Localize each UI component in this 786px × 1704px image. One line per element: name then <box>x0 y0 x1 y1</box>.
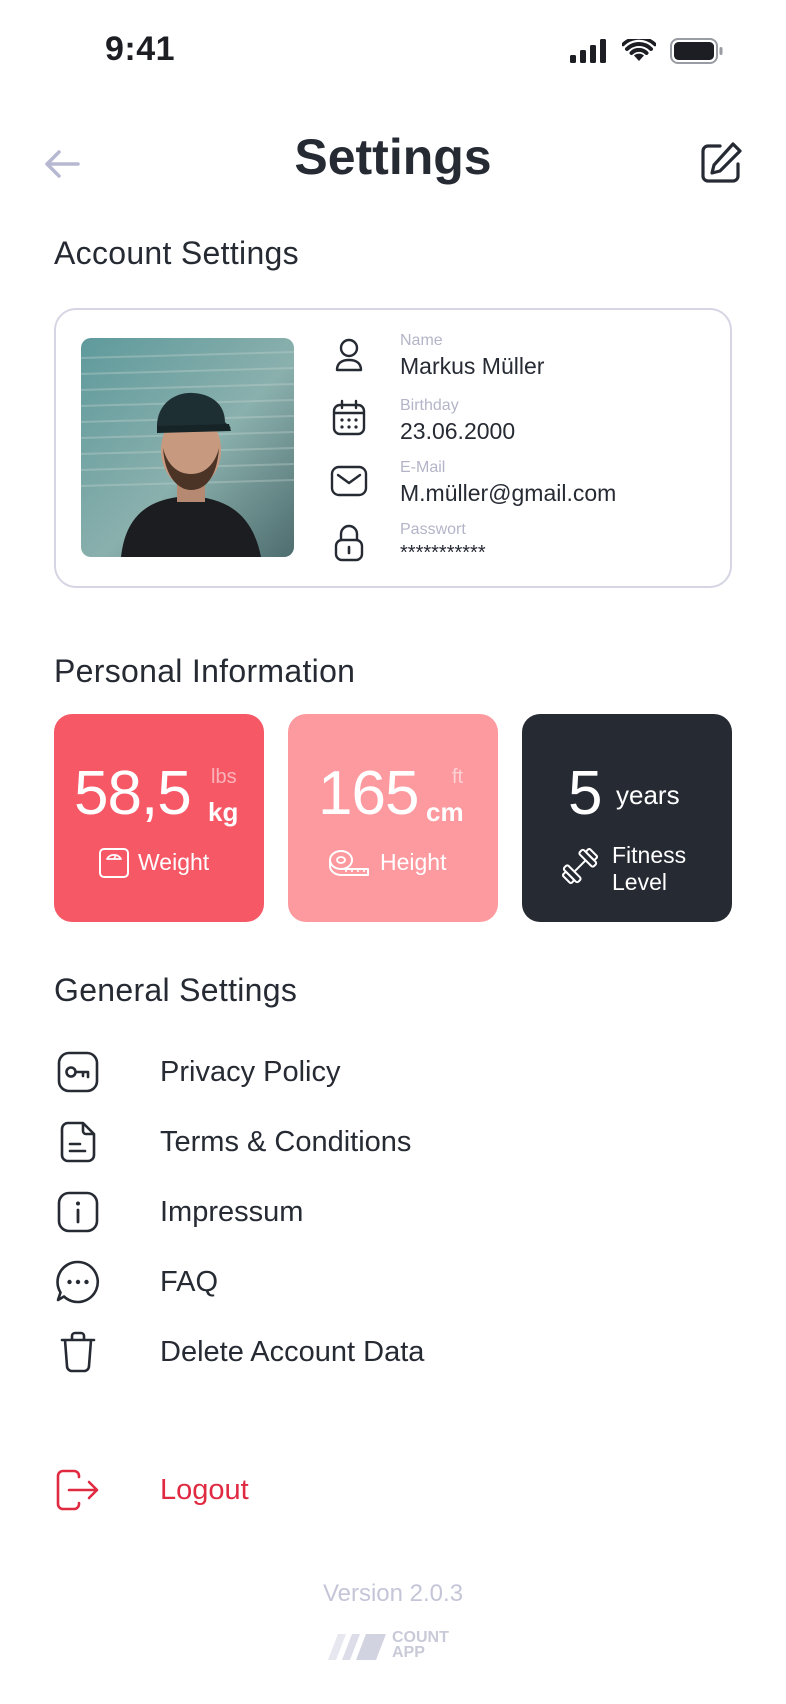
height-label: Height <box>380 849 447 875</box>
birthday-label: Birthday <box>400 397 459 414</box>
delete-account-item[interactable]: Delete Account Data <box>54 1324 654 1380</box>
brand-line2: APP <box>392 1644 425 1661</box>
mail-icon <box>328 460 370 502</box>
key-icon <box>54 1048 102 1096</box>
trash-icon <box>54 1328 102 1376</box>
privacy-policy-item[interactable]: Privacy Policy <box>54 1044 654 1100</box>
edit-button[interactable] <box>696 138 746 188</box>
fitness-tile[interactable]: 5 years Fitness Level <box>522 714 732 922</box>
weight-unit[interactable]: kg <box>208 797 238 828</box>
profile-photo <box>81 338 294 557</box>
height-unit[interactable]: cm <box>426 797 464 828</box>
weight-label: Weight <box>138 849 210 875</box>
password-label: Passwort <box>400 521 466 538</box>
weight-alt-unit[interactable]: lbs <box>211 766 237 789</box>
calendar-icon <box>328 397 370 439</box>
height-alt-unit[interactable]: ft <box>452 766 463 789</box>
status-time: 9:41 <box>105 30 176 68</box>
weight-tile[interactable]: 58,5 lbs kg Weight <box>54 714 264 922</box>
page-title: Settings <box>294 129 492 185</box>
name-value: Markus Müller <box>400 353 545 379</box>
delete-account-label: Delete Account Data <box>160 1336 425 1368</box>
faq-label: FAQ <box>160 1266 219 1298</box>
email-value: M.müller@gmail.com <box>400 480 617 506</box>
avatar[interactable] <box>81 338 294 557</box>
privacy-policy-label: Privacy Policy <box>160 1056 341 1088</box>
fitness-label-line2: Level <box>612 869 667 895</box>
terms-conditions-item[interactable]: Terms & Conditions <box>54 1114 654 1170</box>
brand-stripes <box>328 1634 386 1660</box>
chat-icon <box>54 1258 102 1306</box>
dumbbell-icon <box>561 847 599 885</box>
impressum-label: Impressum <box>160 1196 304 1228</box>
impressum-item[interactable]: Impressum <box>54 1184 654 1240</box>
personal-information-title: Personal Information <box>54 653 356 689</box>
name-label: Name <box>400 332 443 349</box>
user-icon <box>328 334 370 376</box>
version-text: Version 2.0.3 <box>322 1580 464 1607</box>
fitness-label-line1: Fitness <box>612 842 687 868</box>
fitness-unit: years <box>616 780 680 810</box>
password-value: *********** <box>400 542 486 564</box>
battery-icon <box>670 38 723 64</box>
tape-measure-icon <box>329 850 369 876</box>
info-icon <box>54 1188 102 1236</box>
account-settings-title: Account Settings <box>54 235 299 271</box>
signal-icon <box>570 39 606 63</box>
scale-icon <box>99 848 129 878</box>
lock-icon <box>328 522 370 564</box>
email-label: E-Mail <box>400 459 446 476</box>
wifi-icon <box>622 39 656 61</box>
fitness-value: 5 <box>568 759 602 828</box>
document-icon <box>54 1118 102 1166</box>
logout-label: Logout <box>160 1474 249 1506</box>
status-icons <box>570 38 724 64</box>
brand-logo: COUNT APP <box>320 1630 470 1662</box>
logout-button[interactable]: Logout <box>54 1462 654 1518</box>
edit-icon <box>701 142 742 183</box>
height-tile[interactable]: 165 ft cm Height <box>288 714 498 922</box>
height-value: 165 <box>318 759 419 828</box>
logout-icon <box>54 1466 102 1514</box>
birthday-value: 23.06.2000 <box>400 418 516 444</box>
general-settings-title: General Settings <box>54 972 298 1008</box>
weight-value: 58,5 <box>74 759 192 828</box>
terms-conditions-label: Terms & Conditions <box>160 1126 412 1158</box>
faq-item[interactable]: FAQ <box>54 1254 654 1310</box>
